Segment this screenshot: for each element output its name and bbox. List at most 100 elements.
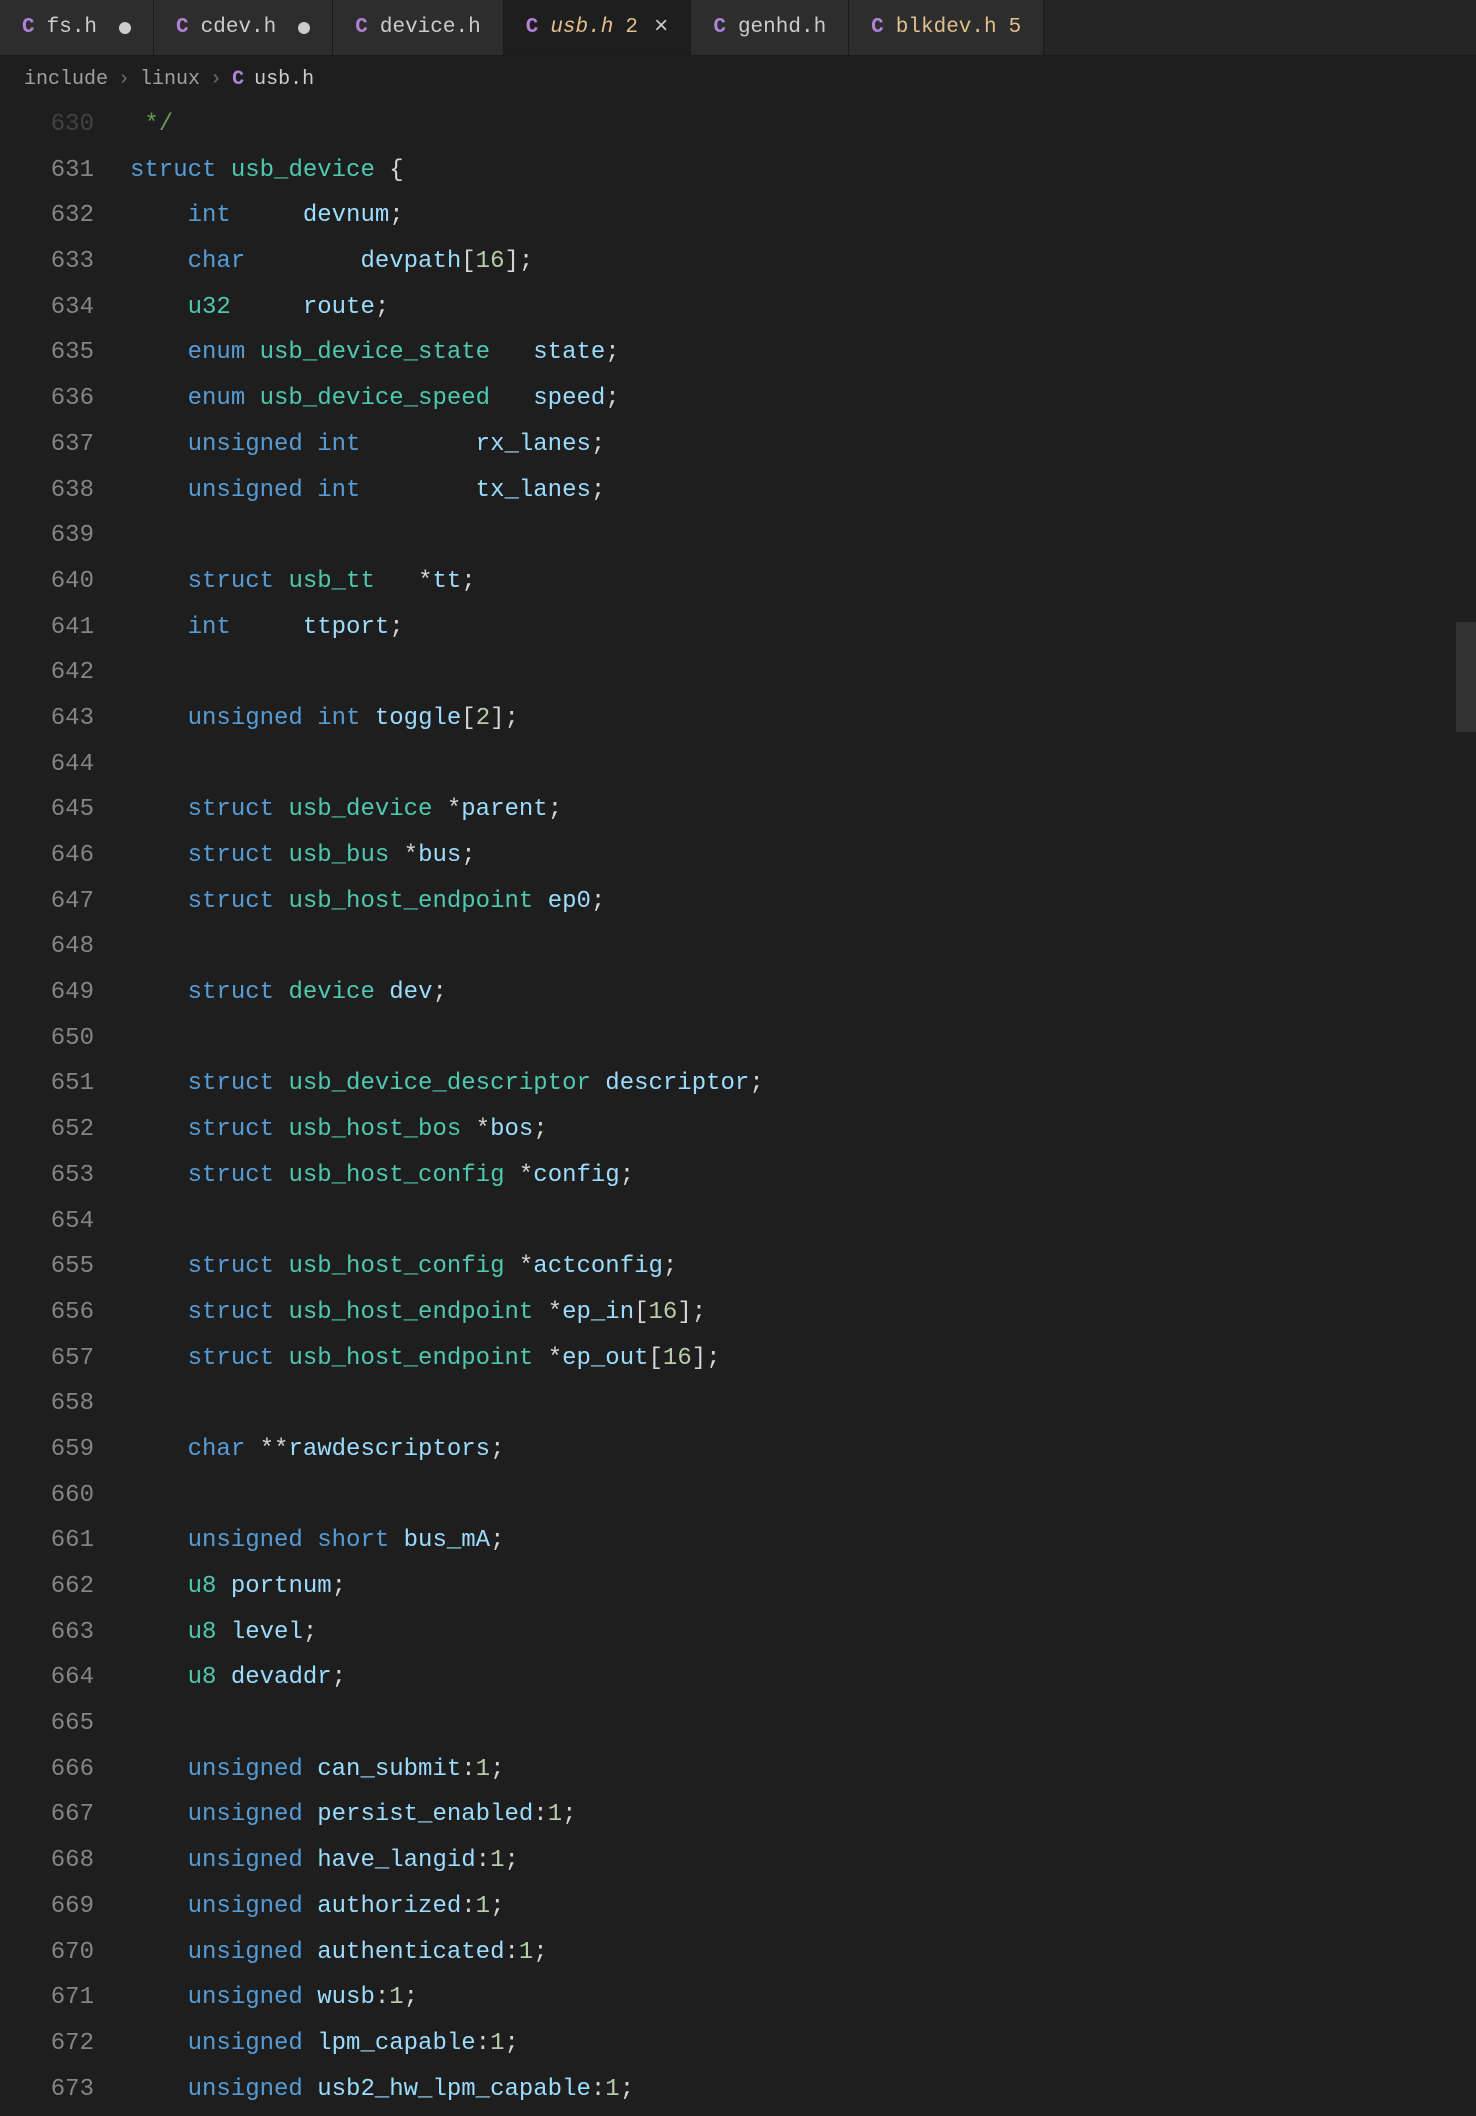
code-line[interactable]: struct usb_host_endpoint *ep_in[16];	[130, 1290, 1476, 1336]
breadcrumb[interactable]: include › linux › C usb.h	[0, 56, 1476, 102]
line-number: 662	[0, 1564, 94, 1610]
code-line[interactable]: u8 devaddr;	[130, 1655, 1476, 1701]
line-number: 635	[0, 330, 94, 376]
tab-usb-h[interactable]: Cusb.h 2 ×	[504, 0, 692, 55]
tab-label: fs.h	[47, 16, 97, 39]
tab-device-h[interactable]: Cdevice.h	[333, 0, 503, 55]
tab-blkdev-h[interactable]: Cblkdev.h5	[849, 0, 1044, 55]
line-number: 641	[0, 605, 94, 651]
line-number: 652	[0, 1107, 94, 1153]
code-line[interactable]: u8 portnum;	[130, 1564, 1476, 1610]
code-line[interactable]: struct usb_bus *bus;	[130, 833, 1476, 879]
code-line[interactable]: unsigned have_langid:1;	[130, 1838, 1476, 1884]
c-file-icon: C	[22, 16, 35, 39]
line-number: 649	[0, 970, 94, 1016]
code-line[interactable]: unsigned int rx_lanes;	[130, 422, 1476, 468]
code-line[interactable]: unsigned int tx_lanes;	[130, 468, 1476, 514]
line-number: 673	[0, 2067, 94, 2113]
code-line[interactable]: unsigned usb2_hw_lpm_capable:1;	[130, 2067, 1476, 2113]
tab-label: usb.h	[550, 16, 613, 39]
code-line[interactable]: unsigned authenticated:1;	[130, 1930, 1476, 1976]
line-number: 666	[0, 1747, 94, 1793]
line-number: 667	[0, 1792, 94, 1838]
code-line[interactable]: struct usb_device_descriptor descriptor;	[130, 1061, 1476, 1107]
code-line[interactable]: char devpath[16];	[130, 239, 1476, 285]
code-line[interactable]	[130, 742, 1476, 788]
breadcrumb-segment[interactable]: linux	[140, 68, 200, 91]
line-number: 653	[0, 1153, 94, 1199]
code-line[interactable]: struct usb_host_endpoint *ep_out[16];	[130, 1336, 1476, 1382]
code-line[interactable]: unsigned wusb:1;	[130, 1975, 1476, 2021]
line-number: 659	[0, 1427, 94, 1473]
c-file-icon: C	[176, 16, 189, 39]
code-editor[interactable]: 6306316326336346356366376386396406416426…	[0, 102, 1476, 2116]
line-number: 646	[0, 833, 94, 879]
c-file-icon: C	[232, 68, 244, 91]
code-line[interactable]: char **rawdescriptors;	[130, 1427, 1476, 1473]
c-file-icon: C	[355, 16, 368, 39]
code-line[interactable]: struct device dev;	[130, 970, 1476, 1016]
c-file-icon: C	[526, 16, 539, 39]
tab-genhd-h[interactable]: Cgenhd.h	[691, 0, 849, 55]
code-line[interactable]	[130, 650, 1476, 696]
code-line[interactable]	[130, 1016, 1476, 1062]
breadcrumb-file[interactable]: usb.h	[254, 68, 314, 91]
code-line[interactable]: u32 route;	[130, 285, 1476, 331]
line-number: 671	[0, 1975, 94, 2021]
line-number: 648	[0, 924, 94, 970]
tab-label: device.h	[380, 16, 481, 39]
line-number: 637	[0, 422, 94, 468]
line-number: 664	[0, 1655, 94, 1701]
line-number: 642	[0, 650, 94, 696]
tab-cdev-h[interactable]: Ccdev.h	[154, 0, 333, 55]
code-line[interactable]	[130, 1199, 1476, 1245]
vertical-scrollbar[interactable]	[1456, 102, 1476, 2116]
code-line[interactable]: unsigned authorized:1;	[130, 1884, 1476, 1930]
code-line[interactable]: enum usb_device_state state;	[130, 330, 1476, 376]
code-line[interactable]: int devnum;	[130, 193, 1476, 239]
code-line[interactable]: struct usb_device {	[130, 148, 1476, 194]
chevron-right-icon: ›	[210, 68, 222, 91]
code-line[interactable]	[130, 1381, 1476, 1427]
tab-label: cdev.h	[201, 16, 277, 39]
line-number: 643	[0, 696, 94, 742]
code-line[interactable]: int ttport;	[130, 605, 1476, 651]
line-number: 656	[0, 1290, 94, 1336]
code-line[interactable]: struct usb_device *parent;	[130, 787, 1476, 833]
code-line[interactable]: struct usb_host_config *actconfig;	[130, 1244, 1476, 1290]
close-icon[interactable]: ×	[654, 14, 668, 41]
code-line[interactable]: enum usb_device_speed speed;	[130, 376, 1476, 422]
breadcrumb-segment[interactable]: include	[24, 68, 108, 91]
tab-fs-h[interactable]: Cfs.h	[0, 0, 154, 55]
line-number: 670	[0, 1930, 94, 1976]
line-number: 661	[0, 1518, 94, 1564]
line-number: 631	[0, 148, 94, 194]
tab-problem-count: 2	[625, 16, 638, 39]
tab-problem-count: 5	[1009, 16, 1022, 39]
code-line[interactable]	[130, 513, 1476, 559]
code-line[interactable]: u8 level;	[130, 1610, 1476, 1656]
code-line[interactable]	[130, 1701, 1476, 1747]
code-line[interactable]: unsigned lpm_capable:1;	[130, 2021, 1476, 2067]
code-line[interactable]: */	[130, 102, 1476, 148]
code-area[interactable]: */struct usb_device { int devnum; char d…	[130, 102, 1476, 2116]
line-number: 657	[0, 1336, 94, 1382]
code-line[interactable]: unsigned persist_enabled:1;	[130, 1792, 1476, 1838]
line-number: 663	[0, 1610, 94, 1656]
code-line[interactable]	[130, 1473, 1476, 1519]
code-line[interactable]: struct usb_tt *tt;	[130, 559, 1476, 605]
code-line[interactable]: unsigned can_submit:1;	[130, 1747, 1476, 1793]
line-number: 630	[0, 102, 94, 148]
code-line[interactable]: unsigned short bus_mA;	[130, 1518, 1476, 1564]
line-number: 633	[0, 239, 94, 285]
line-number: 632	[0, 193, 94, 239]
code-line[interactable]: struct usb_host_bos *bos;	[130, 1107, 1476, 1153]
scrollbar-thumb[interactable]	[1456, 622, 1476, 732]
code-line[interactable]: unsigned int toggle[2];	[130, 696, 1476, 742]
code-line[interactable]: struct usb_host_config *config;	[130, 1153, 1476, 1199]
line-number: 640	[0, 559, 94, 605]
line-number: 660	[0, 1473, 94, 1519]
code-line[interactable]	[130, 924, 1476, 970]
code-line[interactable]: struct usb_host_endpoint ep0;	[130, 879, 1476, 925]
line-number: 669	[0, 1884, 94, 1930]
